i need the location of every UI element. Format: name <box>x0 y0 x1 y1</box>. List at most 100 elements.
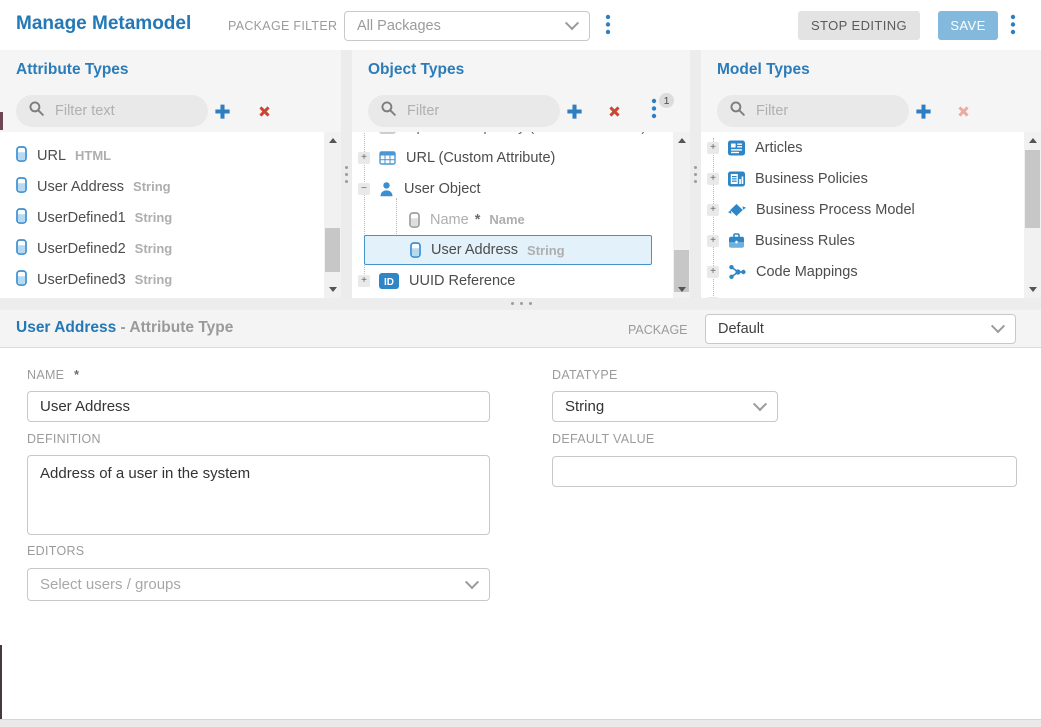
list-item[interactable]: URLHTML <box>0 140 324 171</box>
tree-item[interactable]: Name*Name <box>352 204 673 235</box>
tree-item[interactable]: +Business Rules <box>701 225 1024 256</box>
panel-splitter[interactable] <box>690 50 701 298</box>
tree-item[interactable]: + Code Mappings <box>701 256 1024 287</box>
horizontal-splitter[interactable] <box>0 298 1041 310</box>
toolbar-menu-button[interactable] <box>605 14 611 40</box>
delete-model-type-button-disabled[interactable] <box>952 100 974 122</box>
tree-item[interactable]: −User Object <box>352 173 673 204</box>
expand-icon[interactable]: + <box>707 204 719 216</box>
model-filter <box>717 95 909 127</box>
tree-item[interactable]: +Business Process Model <box>701 194 1024 225</box>
expand-icon[interactable]: + <box>707 266 719 278</box>
object-types-menu-button[interactable]: 1 <box>643 100 665 122</box>
object-types-tree: Update Frequency (Custom Attribute) + URL … <box>352 132 673 298</box>
stop-editing-button[interactable]: STOP EDITING <box>798 11 920 40</box>
tree-item[interactable]: +aB <box>701 287 1024 298</box>
list-item[interactable]: User AddressString <box>0 171 324 202</box>
collapse-icon[interactable]: − <box>358 183 370 195</box>
chevron-down-icon <box>753 397 767 411</box>
tree-item[interactable]: + URL (Custom Attribute) <box>352 142 673 173</box>
search-icon <box>729 100 746 122</box>
tree-item[interactable]: + Business Policies <box>701 163 1024 194</box>
tree-item[interactable]: +IDUUID Reference <box>352 265 673 296</box>
model-filter-input[interactable] <box>754 102 888 120</box>
attribute-icon <box>16 270 27 290</box>
bottom-strip <box>0 719 1041 727</box>
list-item[interactable]: UserDefined2 String <box>0 233 324 264</box>
editors-select[interactable]: Select users / groups <box>27 568 490 601</box>
panel-splitter[interactable] <box>341 50 352 298</box>
list-item[interactable]: UserDefined3String <box>0 264 324 295</box>
add-attribute-type-button[interactable] <box>211 100 233 122</box>
attribute-name: URL <box>37 148 66 164</box>
tree-item[interactable]: Update Frequency (Custom Attribute) <box>352 132 673 142</box>
delete-attribute-type-button[interactable] <box>253 100 275 122</box>
attribute-type-form: NAME * DATATYPE String DEFINITION DEFAUL… <box>0 348 1041 719</box>
kebab-icon <box>651 98 657 124</box>
attribute-name: UserDefined2 <box>37 241 126 257</box>
person-icon <box>379 181 394 197</box>
scroll-down-icon[interactable] <box>673 281 690 298</box>
add-object-type-button[interactable] <box>563 100 585 122</box>
chevron-down-icon <box>991 319 1005 333</box>
package-filter-select[interactable]: All Packages <box>344 11 590 41</box>
scroll-up-icon[interactable] <box>673 132 690 149</box>
delete-object-type-button[interactable] <box>603 100 625 122</box>
package-filter-label: PACKAGE FILTER <box>228 19 337 33</box>
search-icon <box>28 100 45 122</box>
expand-icon[interactable]: + <box>358 275 370 287</box>
list-item[interactable]: UserDefined1String <box>0 202 324 233</box>
required-asterisk: * <box>74 368 79 382</box>
tree-item[interactable]: User AddressString <box>364 235 652 265</box>
detail-title: User Address - Attribute Type <box>16 319 233 337</box>
attribute-types-list: URLHTMLUser AddressStringUserDefined1Str… <box>0 132 324 298</box>
scroll-down-icon[interactable] <box>1024 281 1041 298</box>
tree-item[interactable]: +Articles <box>701 132 1024 163</box>
expand-icon[interactable]: + <box>707 142 719 154</box>
save-button[interactable]: SAVE <box>938 11 998 40</box>
object-types-panel: Object Types 1 Update Frequ <box>352 50 690 298</box>
add-model-type-button[interactable] <box>912 100 934 122</box>
attribute-datatype: String <box>133 179 171 194</box>
scroll-thumb[interactable] <box>325 228 340 272</box>
datatype-label: DATATYPE <box>552 368 618 382</box>
scroll-thumb[interactable] <box>1025 150 1040 228</box>
tree-item-label: URL (Custom Attribute) <box>406 150 555 166</box>
rules-icon <box>728 233 745 249</box>
window-edge-artifact <box>0 645 2 719</box>
attribute-types-scrollbar[interactable] <box>324 132 341 298</box>
tree-item-datatype: String <box>527 243 565 258</box>
default-value-input[interactable] <box>552 456 1017 487</box>
process-icon <box>728 202 746 218</box>
datatype-select[interactable]: String <box>552 391 778 422</box>
tree-item-label: Code Mappings <box>756 264 858 280</box>
object-filter-input[interactable] <box>405 102 539 120</box>
expand-icon[interactable]: + <box>707 235 719 247</box>
object-types-scrollbar[interactable] <box>673 132 690 298</box>
articles-icon <box>728 140 745 156</box>
page-title: Manage Metamodel <box>16 13 191 35</box>
expand-icon[interactable]: + <box>358 152 370 164</box>
more-actions-button[interactable] <box>1010 14 1016 40</box>
filter-count-badge: 1 <box>659 93 674 108</box>
model-types-tree: +Articles+Business Policies+Business Pro… <box>701 132 1024 298</box>
window-edge-artifact <box>0 112 3 130</box>
tree-item-label: UUID Reference <box>409 273 515 289</box>
tree-item-label: Business Policies <box>755 171 868 187</box>
scroll-up-icon[interactable] <box>1024 132 1041 149</box>
search-icon <box>380 100 397 122</box>
attribute-filter-input[interactable] <box>53 102 187 120</box>
model-types-scrollbar[interactable] <box>1024 132 1041 298</box>
expand-icon[interactable]: + <box>707 173 719 185</box>
definition-label: DEFINITION <box>27 432 101 446</box>
scroll-down-icon[interactable] <box>324 281 341 298</box>
attribute-types-panel: Attribute Types URLHTMLUser AddressStrin… <box>0 50 341 298</box>
attribute-datatype: String <box>135 241 173 256</box>
package-select[interactable]: Default <box>705 314 1016 344</box>
name-input[interactable] <box>27 391 490 422</box>
scroll-up-icon[interactable] <box>324 132 341 149</box>
attribute-icon <box>16 146 27 166</box>
package-value: Default <box>718 321 764 337</box>
editors-placeholder: Select users / groups <box>40 576 181 593</box>
definition-textarea[interactable] <box>27 455 490 535</box>
